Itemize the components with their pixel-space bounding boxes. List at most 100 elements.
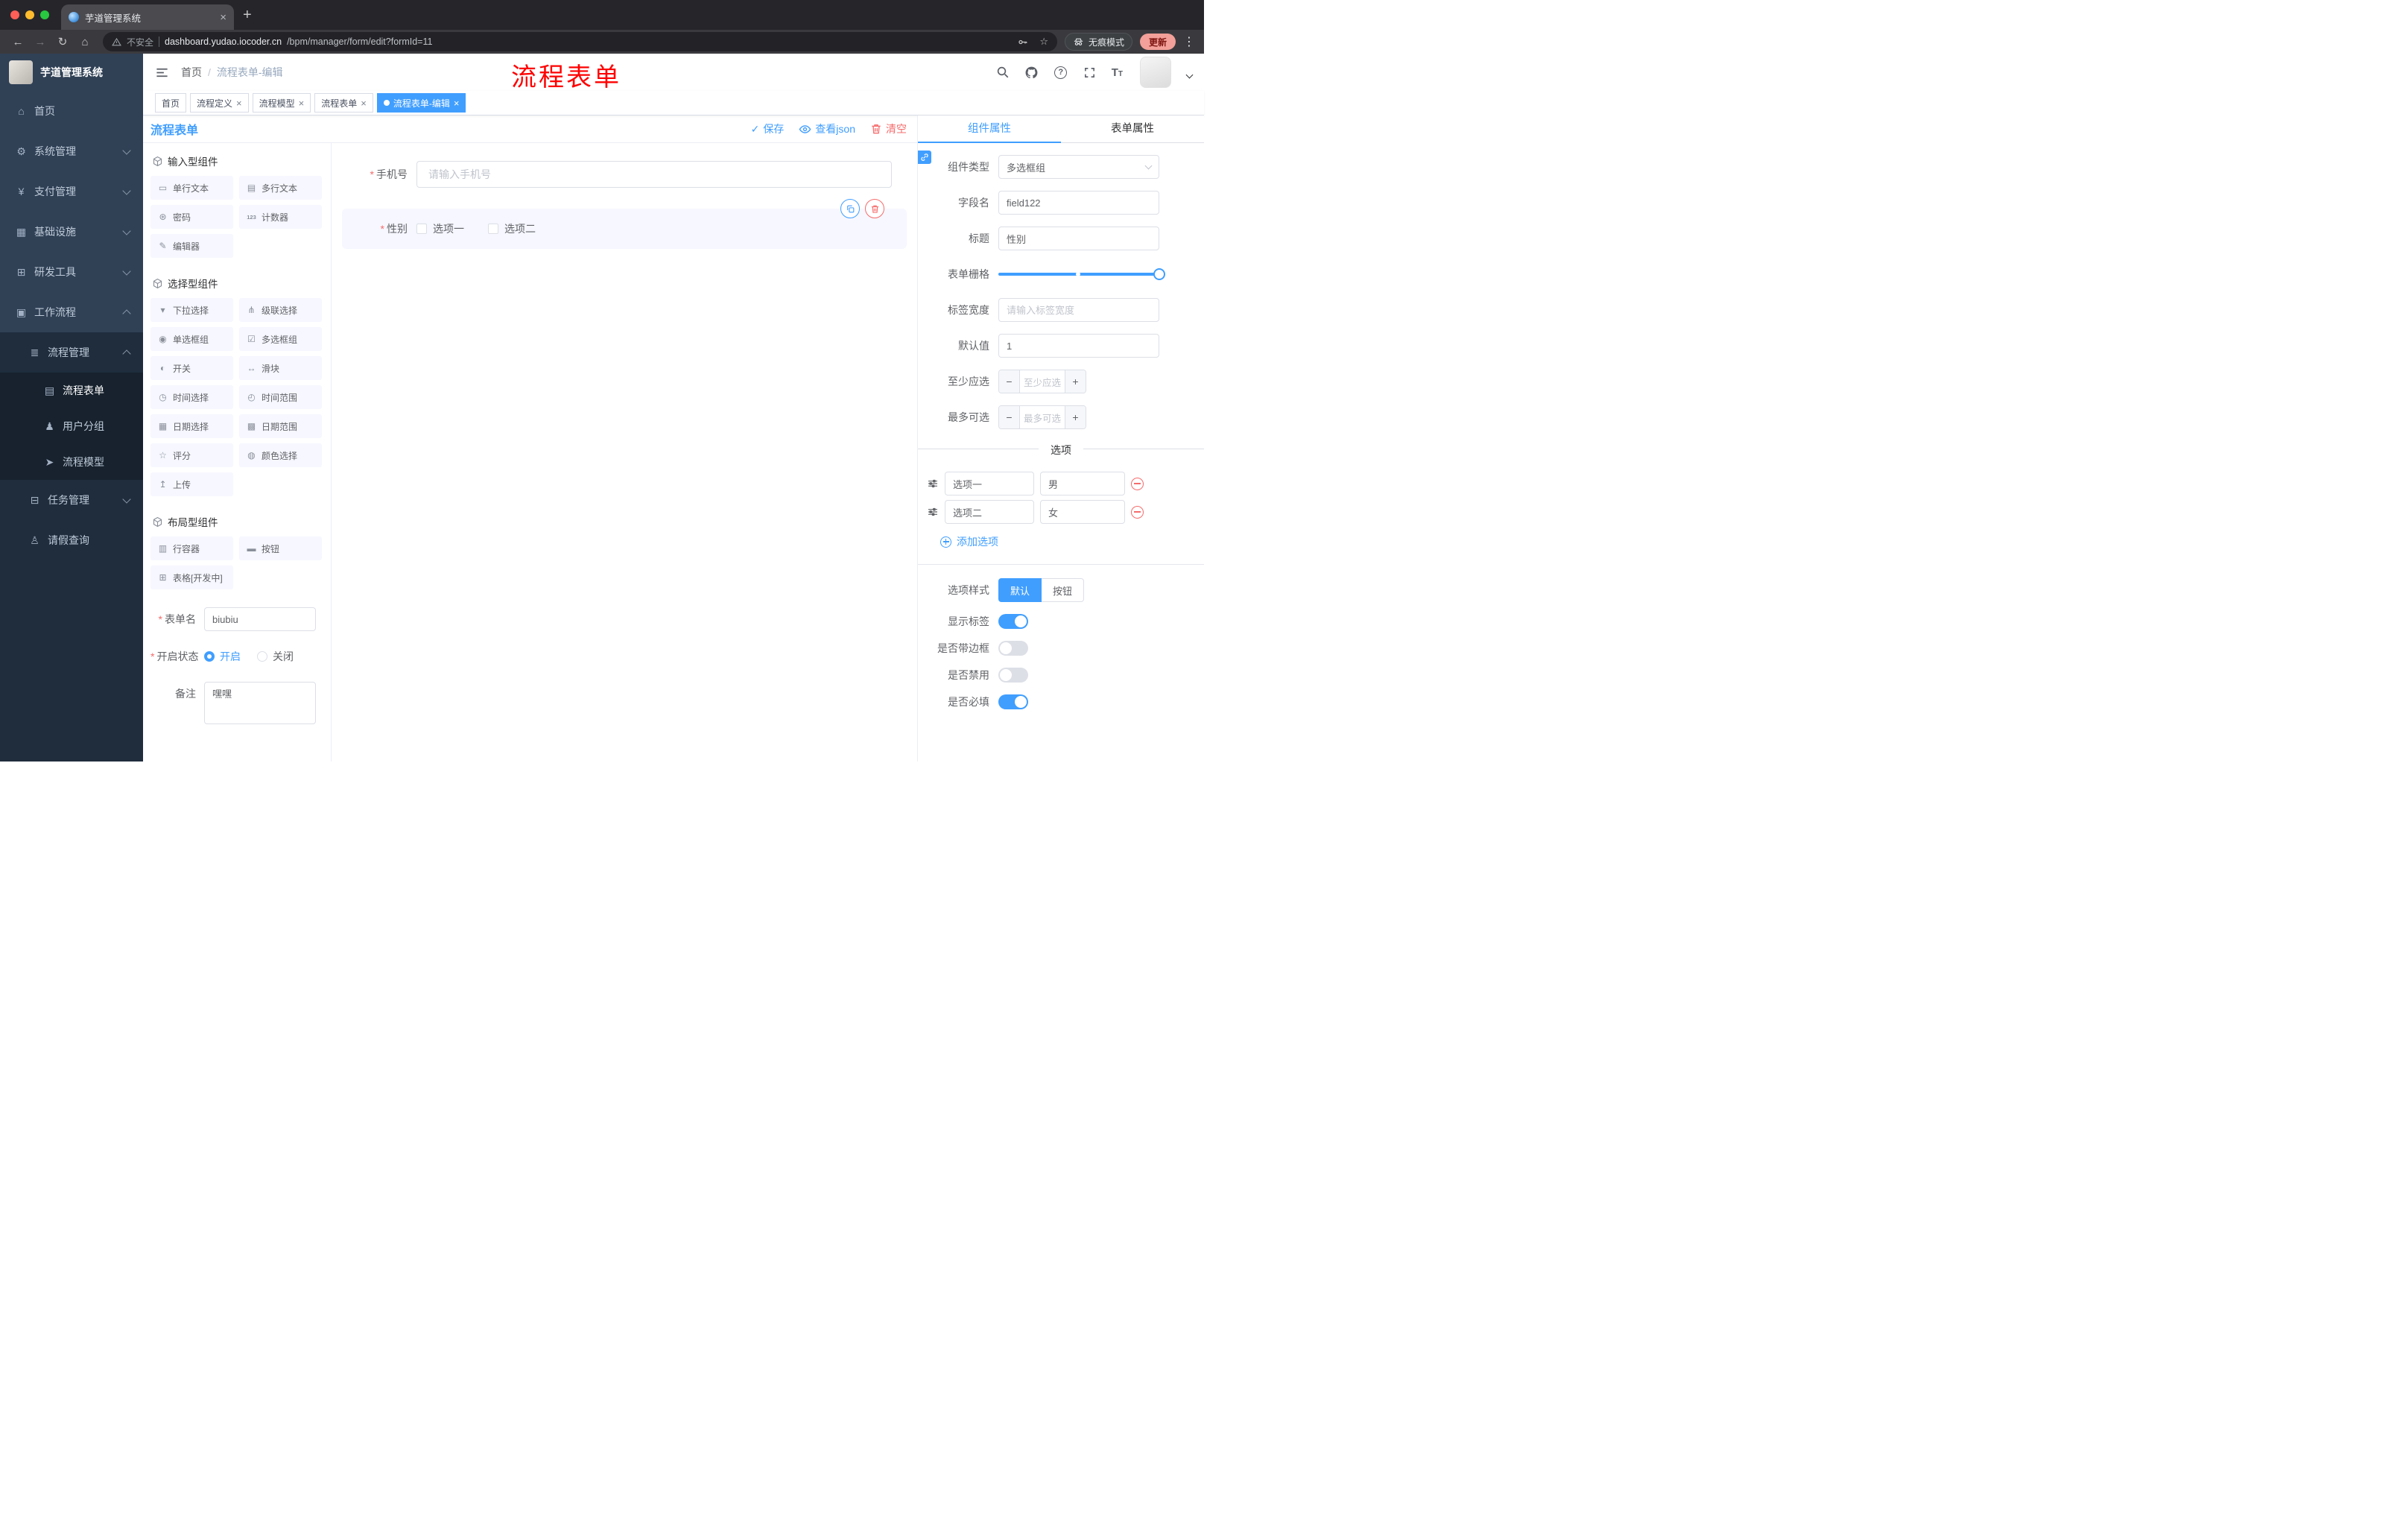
password-key-icon[interactable]	[1017, 37, 1028, 48]
component-item-time-picker[interactable]: ◷ 时间选择	[150, 385, 233, 409]
back-button[interactable]: ←	[7, 36, 28, 48]
max-select-placeholder[interactable]: 最多可选	[1020, 406, 1065, 428]
fullscreen-icon[interactable]	[1083, 65, 1097, 80]
sidebar-item-workflow[interactable]: ▣ 工作流程	[0, 292, 143, 332]
tag-process-definition[interactable]: 流程定义 ×	[190, 93, 249, 113]
clear-button[interactable]: 清空	[870, 121, 907, 136]
tab-form-properties[interactable]: 表单属性	[1061, 115, 1204, 142]
option-1-label-input[interactable]	[945, 472, 1034, 495]
sidebar-item-infrastructure[interactable]: ▦ 基础设施	[0, 212, 143, 252]
sidebar-item-process-management[interactable]: ≣ 流程管理	[0, 332, 143, 373]
help-icon[interactable]: ?	[1054, 65, 1068, 80]
canvas-field-gender-selected[interactable]: 性别 选项一 选项二	[342, 199, 907, 249]
component-item-editor[interactable]: ✎ 编辑器	[150, 234, 233, 258]
maximize-window-button[interactable]	[40, 10, 49, 19]
sidebar-logo[interactable]: 芋道管理系统	[0, 54, 143, 91]
tag-process-form-edit[interactable]: 流程表单-编辑 ×	[376, 93, 466, 113]
component-item-cascader[interactable]: ⋔ 级联选择	[239, 298, 322, 322]
sidebar-item-task-management[interactable]: ⊟ 任务管理	[0, 480, 143, 520]
component-item-table[interactable]: ⊞ 表格[开发中]	[150, 566, 233, 589]
remove-option-icon[interactable]	[1131, 505, 1144, 519]
min-select-placeholder[interactable]: 至少应选	[1020, 370, 1065, 393]
bookmark-star-icon[interactable]: ☆	[1039, 36, 1048, 48]
form-grid-slider[interactable]	[998, 262, 1165, 286]
increase-button[interactable]: +	[1065, 370, 1086, 393]
component-item-slider[interactable]: ↔ 滑块	[239, 356, 322, 380]
show-label-toggle[interactable]	[998, 614, 1028, 629]
decrease-button[interactable]: −	[999, 406, 1020, 428]
home-button[interactable]: ⌂	[75, 36, 95, 48]
avatar[interactable]	[1140, 57, 1171, 88]
gender-option-1-checkbox[interactable]: 选项一	[416, 221, 464, 236]
component-item-radio-group[interactable]: ◉ 单选框组	[150, 327, 233, 351]
title-input[interactable]	[998, 227, 1159, 250]
tag-close-icon[interactable]: ×	[361, 98, 367, 108]
component-item-checkbox-group[interactable]: ☑ 多选框组	[239, 327, 322, 351]
remove-option-icon[interactable]	[1131, 477, 1144, 490]
collapse-sidebar-icon[interactable]	[155, 66, 169, 80]
minimize-window-button[interactable]	[25, 10, 34, 19]
phone-input[interactable]	[416, 161, 892, 188]
option-1-value-input[interactable]	[1040, 472, 1125, 495]
add-option-button[interactable]: 添加选项	[918, 534, 1204, 549]
browser-tab[interactable]: 芋道管理系统 ×	[61, 4, 234, 30]
option-2-label-input[interactable]	[945, 500, 1034, 524]
component-item-color-picker[interactable]: ◍ 颜色选择	[239, 443, 322, 467]
sidebar-item-system-management[interactable]: ⚙ 系统管理	[0, 131, 143, 171]
component-item-select[interactable]: ▾ 下拉选择	[150, 298, 233, 322]
component-item-date-range[interactable]: ▩ 日期范围	[239, 414, 322, 438]
delete-component-button[interactable]	[865, 199, 884, 218]
github-icon[interactable]	[1024, 65, 1039, 80]
style-button-button[interactable]: 按钮	[1042, 578, 1085, 602]
tab-close-icon[interactable]: ×	[220, 12, 226, 23]
form-remark-textarea[interactable]: 嘿嘿	[204, 682, 316, 724]
view-json-button[interactable]: 查看json	[799, 121, 855, 136]
tab-component-properties[interactable]: 组件属性	[918, 115, 1061, 143]
required-toggle[interactable]	[998, 694, 1028, 709]
component-type-select[interactable]: 多选框组	[998, 155, 1159, 179]
sidebar-item-dev-tools[interactable]: ⊞ 研发工具	[0, 252, 143, 292]
label-width-input[interactable]	[998, 298, 1159, 322]
component-item-multi-line-text[interactable]: ▤ 多行文本	[239, 176, 322, 200]
tag-process-model[interactable]: 流程模型 ×	[252, 93, 311, 113]
decrease-button[interactable]: −	[999, 370, 1020, 393]
field-name-input[interactable]	[998, 191, 1159, 215]
option-2-value-input[interactable]	[1040, 500, 1125, 524]
close-window-button[interactable]	[10, 10, 19, 19]
link-icon-button[interactable]	[918, 151, 931, 164]
form-canvas[interactable]: 手机号 性别 选项一 选	[332, 143, 917, 762]
tag-home[interactable]: 首页	[155, 93, 187, 113]
component-item-date-picker[interactable]: ▦ 日期选择	[150, 414, 233, 438]
component-item-password[interactable]: ⊛ 密码	[150, 205, 233, 229]
component-item-single-line-text[interactable]: ▭ 单行文本	[150, 176, 233, 200]
sidebar-item-process-form[interactable]: ▤ 流程表单	[0, 373, 143, 408]
sidebar-item-leave-query[interactable]: ♙ 请假查询	[0, 520, 143, 560]
address-bar[interactable]: 不安全 dashboard.yudao.iocoder.cn /bpm/mana…	[103, 32, 1057, 51]
tag-process-form[interactable]: 流程表单 ×	[314, 93, 373, 113]
default-value-input[interactable]	[998, 334, 1159, 358]
status-on-radio[interactable]: 开启	[204, 649, 241, 664]
search-icon[interactable]	[995, 65, 1010, 80]
copy-component-button[interactable]	[840, 199, 860, 218]
form-name-input[interactable]	[204, 607, 316, 631]
increase-button[interactable]: +	[1065, 406, 1086, 428]
component-item-counter[interactable]: 123 计数器	[239, 205, 322, 229]
sidebar-item-home[interactable]: ⌂ 首页	[0, 91, 143, 131]
save-button[interactable]: ✓ 保存	[751, 121, 785, 136]
component-item-rate[interactable]: ☆ 评分	[150, 443, 233, 467]
component-item-button[interactable]: ▬ 按钮	[239, 536, 322, 560]
canvas-field-phone[interactable]: 手机号	[342, 161, 907, 188]
breadcrumb-home[interactable]: 首页	[181, 65, 202, 80]
font-size-icon[interactable]: TT	[1112, 66, 1123, 79]
new-tab-button[interactable]: +	[243, 7, 252, 22]
disabled-toggle[interactable]	[998, 668, 1028, 683]
drag-handle-icon[interactable]	[927, 478, 939, 490]
tag-close-icon[interactable]: ×	[236, 98, 242, 108]
slider-handle[interactable]	[1153, 268, 1165, 280]
component-item-upload[interactable]: ↥ 上传	[150, 472, 233, 496]
forward-button[interactable]: →	[30, 36, 51, 48]
avatar-caret-icon[interactable]	[1185, 71, 1194, 79]
drag-handle-icon[interactable]	[927, 506, 939, 518]
tag-close-icon[interactable]: ×	[454, 98, 460, 108]
component-item-time-range[interactable]: ◴ 时间范围	[239, 385, 322, 409]
